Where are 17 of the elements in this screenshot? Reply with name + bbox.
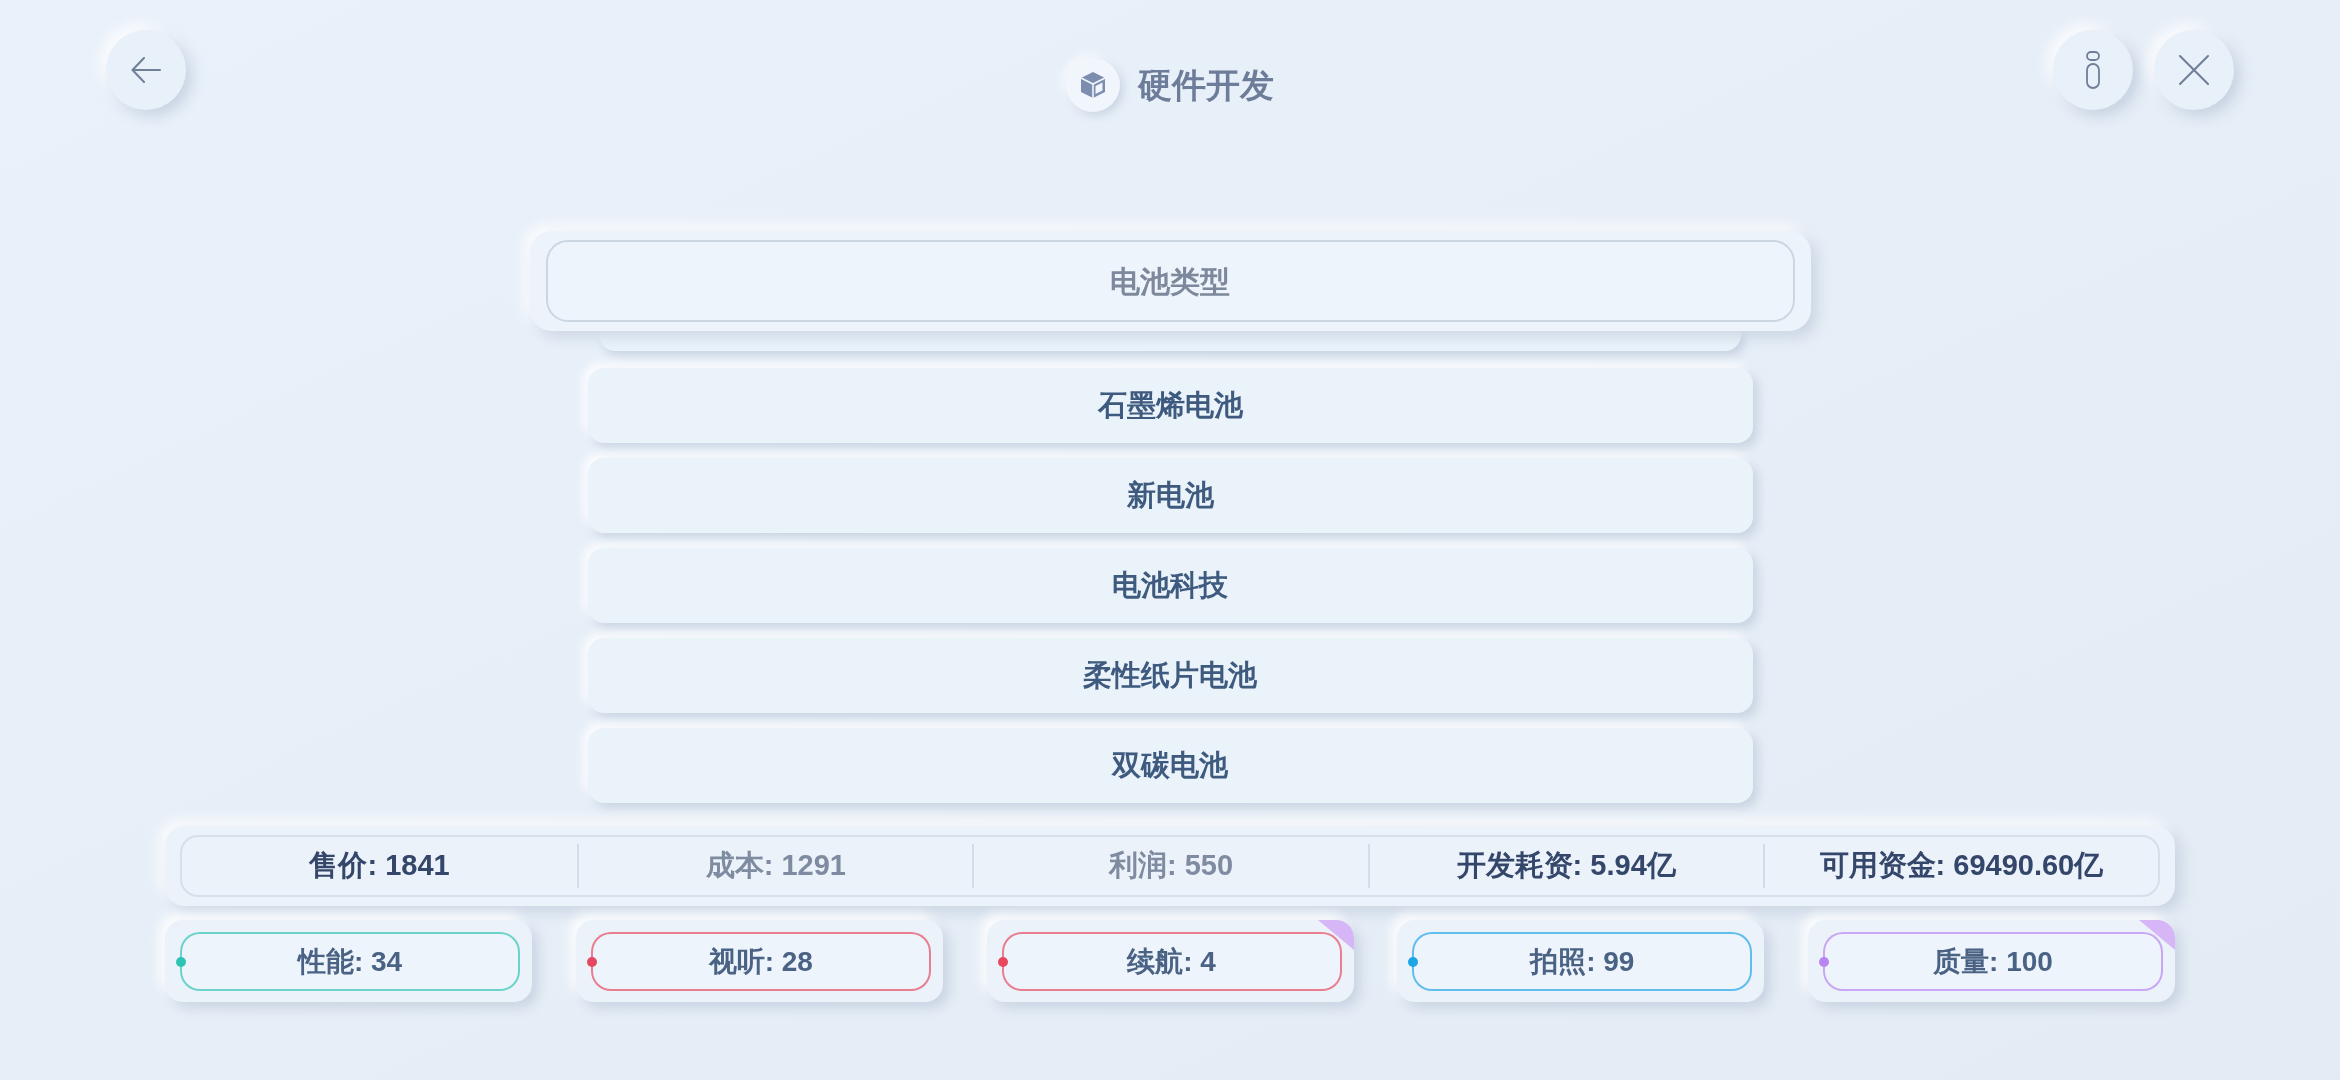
- summary-stat: 利润: 550: [1108, 848, 1234, 884]
- list-item[interactable]: 新电池: [587, 458, 1753, 533]
- attribute-stat: 续航: 4: [1001, 932, 1342, 991]
- summary-stat: 成本: 1291: [705, 848, 846, 884]
- list-item[interactable]: 柔性纸片电池: [587, 638, 1753, 713]
- close-icon: [2179, 55, 2209, 85]
- back-arrow-icon: [131, 57, 161, 83]
- list-item[interactable]: 双碳电池: [587, 728, 1753, 803]
- info-icon: [2085, 51, 2101, 89]
- summary-stat: 开发耗资: 5.94亿: [1456, 848, 1676, 884]
- window-title: 硬件开发: [1138, 68, 1274, 102]
- dropdown-header[interactable]: 电池类型: [545, 240, 1795, 322]
- list-item[interactable]: 电池科技: [587, 548, 1753, 623]
- summary-stat: 售价: 1841: [309, 848, 450, 884]
- attribute-stat: 视听: 28: [590, 932, 931, 991]
- list-item[interactable]: 石墨烯电池: [587, 368, 1753, 443]
- summary-stat: 可用资金: 69490.60亿: [1819, 848, 2104, 884]
